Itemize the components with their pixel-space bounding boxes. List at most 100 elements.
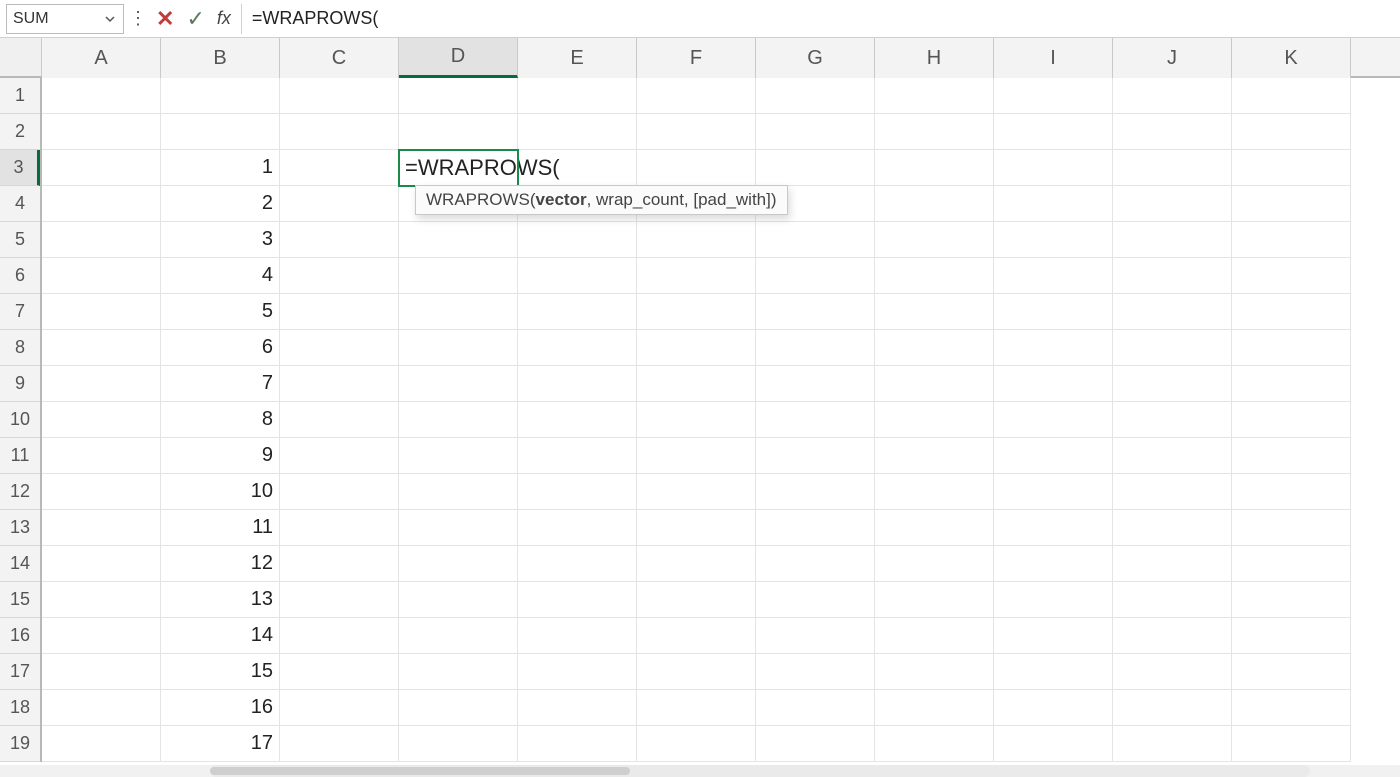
column-header-K[interactable]: K — [1232, 38, 1351, 78]
column-header-J[interactable]: J — [1113, 38, 1232, 78]
cell-K13[interactable] — [1232, 510, 1351, 546]
cell-C7[interactable] — [280, 294, 399, 330]
column-header-H[interactable]: H — [875, 38, 994, 78]
cell-F17[interactable] — [637, 654, 756, 690]
cell-K19[interactable] — [1232, 726, 1351, 762]
cell-J1[interactable] — [1113, 78, 1232, 114]
select-all-corner[interactable] — [0, 38, 42, 78]
cell-A5[interactable] — [42, 222, 161, 258]
cell-G10[interactable] — [756, 402, 875, 438]
cell-E9[interactable] — [518, 366, 637, 402]
cell-H1[interactable] — [875, 78, 994, 114]
cell-J4[interactable] — [1113, 186, 1232, 222]
cell-J7[interactable] — [1113, 294, 1232, 330]
cell-B2[interactable] — [161, 114, 280, 150]
cell-B15[interactable]: 13 — [161, 582, 280, 618]
cell-G18[interactable] — [756, 690, 875, 726]
cell-A15[interactable] — [42, 582, 161, 618]
cell-F19[interactable] — [637, 726, 756, 762]
cell-C3[interactable] — [280, 150, 399, 186]
cell-I14[interactable] — [994, 546, 1113, 582]
cell-B12[interactable]: 10 — [161, 474, 280, 510]
cell-E10[interactable] — [518, 402, 637, 438]
cell-D10[interactable] — [399, 402, 518, 438]
cell-E17[interactable] — [518, 654, 637, 690]
cell-J15[interactable] — [1113, 582, 1232, 618]
cell-J2[interactable] — [1113, 114, 1232, 150]
cell-C6[interactable] — [280, 258, 399, 294]
cell-K6[interactable] — [1232, 258, 1351, 294]
cell-D9[interactable] — [399, 366, 518, 402]
cell-C17[interactable] — [280, 654, 399, 690]
cell-D19[interactable] — [399, 726, 518, 762]
cell-B17[interactable]: 15 — [161, 654, 280, 690]
scroll-track[interactable] — [210, 765, 1310, 777]
cell-A9[interactable] — [42, 366, 161, 402]
cell-F9[interactable] — [637, 366, 756, 402]
cell-A4[interactable] — [42, 186, 161, 222]
cell-J9[interactable] — [1113, 366, 1232, 402]
cell-H14[interactable] — [875, 546, 994, 582]
cell-K11[interactable] — [1232, 438, 1351, 474]
chevron-down-icon[interactable] — [103, 12, 117, 26]
cell-D11[interactable] — [399, 438, 518, 474]
column-header-A[interactable]: A — [42, 38, 161, 78]
cell-E14[interactable] — [518, 546, 637, 582]
more-options-icon[interactable]: ⋮ — [130, 4, 146, 34]
cell-J12[interactable] — [1113, 474, 1232, 510]
cell-K2[interactable] — [1232, 114, 1351, 150]
cell-K3[interactable] — [1232, 150, 1351, 186]
cell-I2[interactable] — [994, 114, 1113, 150]
cell-B18[interactable]: 16 — [161, 690, 280, 726]
column-header-F[interactable]: F — [637, 38, 756, 78]
cell-D7[interactable] — [399, 294, 518, 330]
cell-B14[interactable]: 12 — [161, 546, 280, 582]
cell-F10[interactable] — [637, 402, 756, 438]
cells-area[interactable]: 1=WRAPROWS(WRAPROWS(vector, wrap_count, … — [42, 78, 1400, 765]
cell-K9[interactable] — [1232, 366, 1351, 402]
cell-E2[interactable] — [518, 114, 637, 150]
cell-I19[interactable] — [994, 726, 1113, 762]
row-header-8[interactable]: 8 — [0, 330, 40, 366]
cell-A12[interactable] — [42, 474, 161, 510]
cell-G9[interactable] — [756, 366, 875, 402]
cell-K12[interactable] — [1232, 474, 1351, 510]
cell-D3[interactable]: =WRAPROWS(WRAPROWS(vector, wrap_count, [… — [399, 150, 518, 186]
cell-F18[interactable] — [637, 690, 756, 726]
cell-B10[interactable]: 8 — [161, 402, 280, 438]
cell-D15[interactable] — [399, 582, 518, 618]
cell-I3[interactable] — [994, 150, 1113, 186]
cell-B6[interactable]: 4 — [161, 258, 280, 294]
cell-E13[interactable] — [518, 510, 637, 546]
cell-B8[interactable]: 6 — [161, 330, 280, 366]
cell-E7[interactable] — [518, 294, 637, 330]
cell-E15[interactable] — [518, 582, 637, 618]
cell-H18[interactable] — [875, 690, 994, 726]
cell-J16[interactable] — [1113, 618, 1232, 654]
cell-A14[interactable] — [42, 546, 161, 582]
cell-K1[interactable] — [1232, 78, 1351, 114]
cell-I11[interactable] — [994, 438, 1113, 474]
cell-B13[interactable]: 11 — [161, 510, 280, 546]
cell-F16[interactable] — [637, 618, 756, 654]
cell-B7[interactable]: 5 — [161, 294, 280, 330]
cell-E18[interactable] — [518, 690, 637, 726]
cell-G14[interactable] — [756, 546, 875, 582]
cell-E11[interactable] — [518, 438, 637, 474]
cell-A8[interactable] — [42, 330, 161, 366]
row-header-11[interactable]: 11 — [0, 438, 40, 474]
cell-E16[interactable] — [518, 618, 637, 654]
cell-D5[interactable] — [399, 222, 518, 258]
row-header-9[interactable]: 9 — [0, 366, 40, 402]
cell-F3[interactable] — [637, 150, 756, 186]
cell-D18[interactable] — [399, 690, 518, 726]
cell-K8[interactable] — [1232, 330, 1351, 366]
cell-A17[interactable] — [42, 654, 161, 690]
cell-I13[interactable] — [994, 510, 1113, 546]
cell-I1[interactable] — [994, 78, 1113, 114]
cell-K17[interactable] — [1232, 654, 1351, 690]
cell-C9[interactable] — [280, 366, 399, 402]
cell-C19[interactable] — [280, 726, 399, 762]
cell-C16[interactable] — [280, 618, 399, 654]
function-tooltip[interactable]: WRAPROWS(vector, wrap_count, [pad_with]) — [415, 185, 788, 215]
